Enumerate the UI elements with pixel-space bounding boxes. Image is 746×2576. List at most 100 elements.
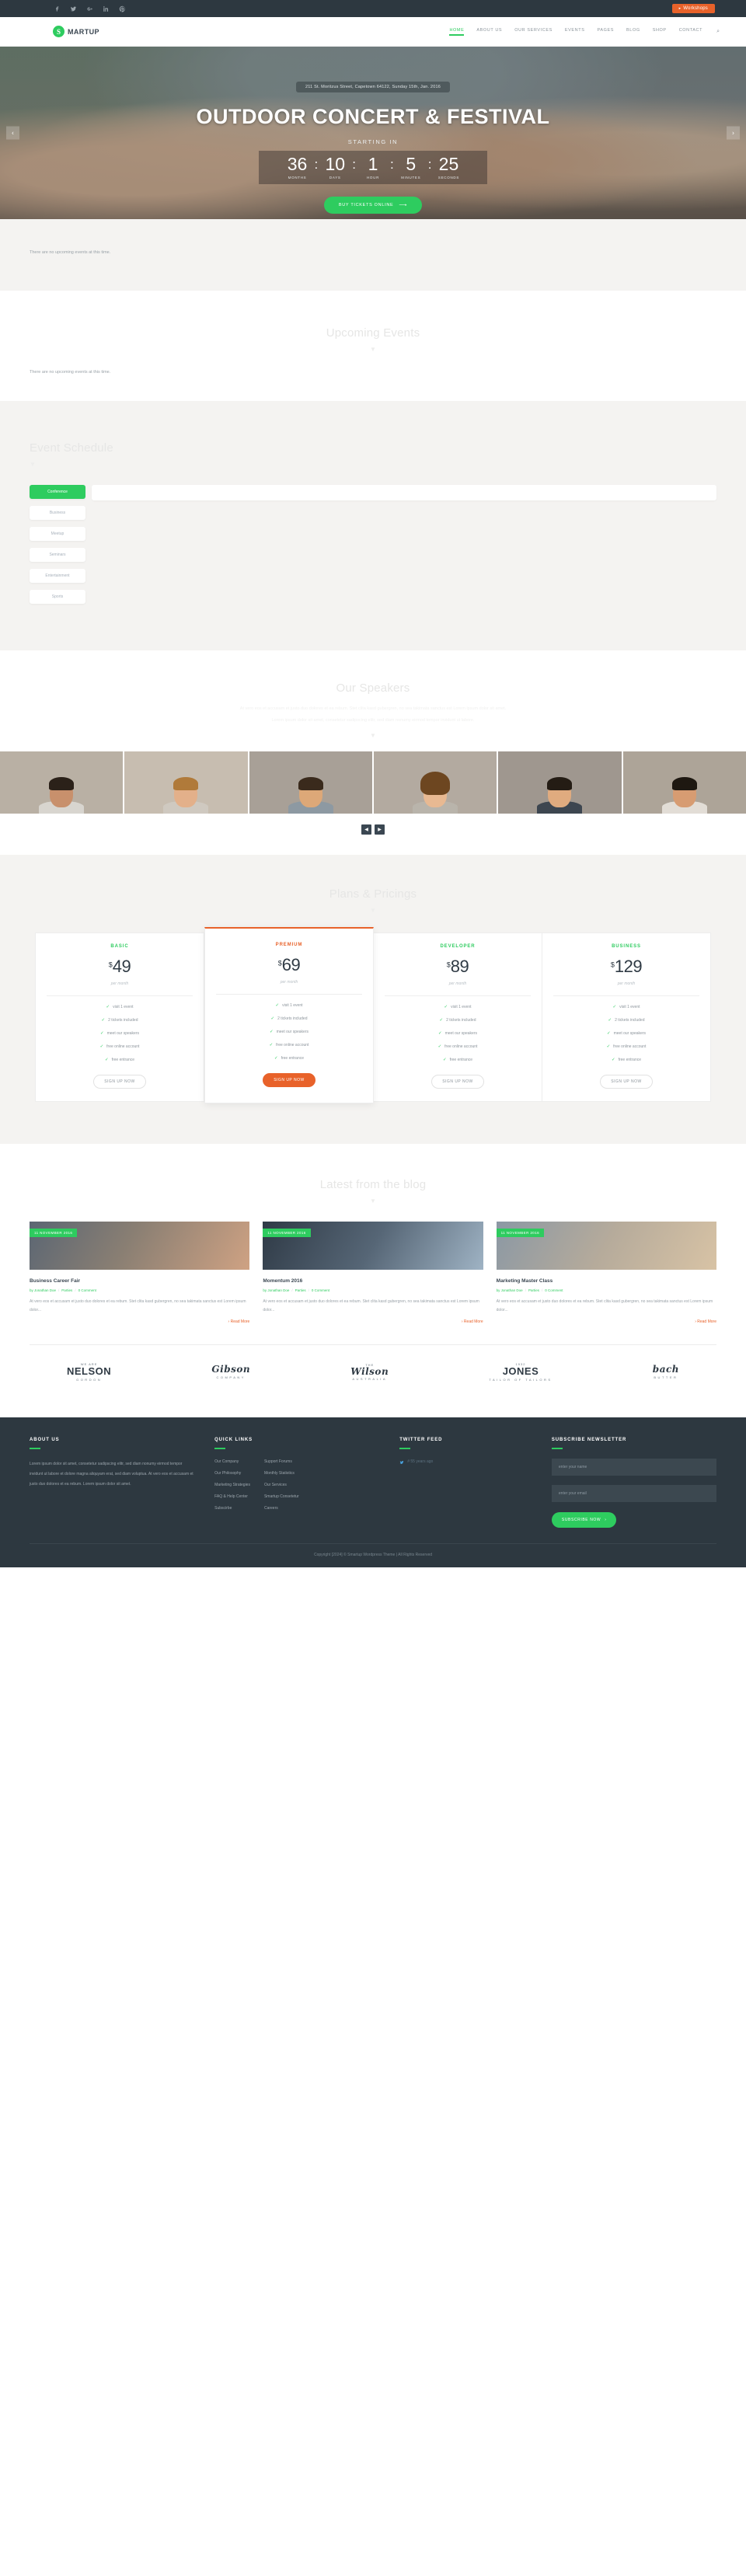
hero-next-button[interactable]: ›	[727, 126, 740, 140]
pricing-plan-business: BUSINESS $129 per month ✓ visit 1 event ✓…	[542, 932, 711, 1103]
brand-logo-wilson[interactable]: THE Wilson AUSTRALIA	[350, 1363, 389, 1382]
subscribe-label: SUBSCRIBE NOW	[561, 1518, 601, 1523]
footer-link-our-services[interactable]: Our Services	[264, 1483, 299, 1487]
schedule-tab-conference[interactable]: Conference	[30, 485, 85, 499]
plan-signup-button[interactable]: SIGN UP NOW	[263, 1073, 315, 1088]
footer-tweet-text[interactable]: # 55 years ago	[407, 1459, 433, 1464]
plan-signup-button[interactable]: SIGN UP NOW	[93, 1075, 146, 1089]
brand-logo-nelson[interactable]: WE ARE NELSON GORDON	[67, 1362, 111, 1382]
footer-tweet: # 55 years ago	[399, 1459, 532, 1465]
brand-bottom-text: AUSTRALIA	[352, 1377, 388, 1382]
twitter-icon[interactable]	[69, 5, 77, 12]
footer-link-monthly-statistics[interactable]: Monthly Statistics	[264, 1471, 299, 1476]
post-title: Business Career Fair	[30, 1278, 81, 1285]
plan-feature: ✓ 2 tickets included	[205, 1016, 373, 1021]
blog-post-3[interactable]: 11 NOVEMBER 2016 Marketing Master Class …	[496, 1222, 716, 1324]
nav-item-shop[interactable]: SHOP	[653, 28, 667, 36]
plan-feature: ✓ visit 1 event	[542, 1005, 710, 1009]
workshops-button[interactable]: ▸ Workshops	[671, 4, 715, 13]
footer-link-our-company[interactable]: Our Company	[214, 1459, 250, 1464]
plan-signup-button[interactable]: SIGN UP NOW	[431, 1075, 484, 1089]
facebook-icon[interactable]	[53, 5, 61, 12]
speaker-card-1[interactable]	[0, 751, 125, 814]
check-icon: ✓	[442, 1058, 447, 1063]
brand-logo-bach-butter[interactable]: bach BUTTER	[653, 1365, 679, 1379]
schedule-tab-seminars[interactable]: Seminars	[30, 548, 85, 562]
hero-prev-button[interactable]: ‹	[6, 126, 19, 140]
schedule-tab-meetup[interactable]: Meetup	[30, 527, 85, 541]
post-read-more-button[interactable]: › Read More	[263, 1319, 483, 1324]
logo[interactable]: S MARTUP	[53, 26, 99, 37]
speakers-sub-2: Lorem ipsum dolor sit amet, consetetur s…	[271, 718, 475, 723]
post-read-more-button[interactable]: › Read More	[497, 1319, 716, 1324]
speakers-next-button[interactable]: ▶	[375, 824, 385, 835]
schedule-tab-sports[interactable]: Sports	[30, 590, 85, 604]
nav-item-pages[interactable]: PAGES	[597, 28, 614, 36]
speaker-card-5[interactable]	[498, 751, 623, 814]
countdown-seconds: 25 SECONDS	[432, 155, 465, 180]
footer-link-our-philosophy[interactable]: Our Philosophy	[214, 1471, 250, 1476]
post-author[interactable]: by Jonathan Doe	[30, 1288, 56, 1292]
upcoming-events-title: Upcoming Events	[326, 326, 420, 340]
nav-item-home[interactable]: HOME	[449, 28, 465, 36]
chevron-right-icon: ▸	[678, 6, 682, 11]
linkedin-icon[interactable]	[102, 5, 110, 12]
nav-item-blog[interactable]: BLOG	[626, 28, 640, 36]
post-date: 11 NOVEMBER 2016	[263, 1229, 311, 1238]
speaker-card-2[interactable]	[124, 751, 249, 814]
plan-feature: ✓ free online account	[36, 1044, 204, 1049]
plan-feature-label: meet our speakers	[613, 1031, 647, 1037]
footer-link-careers[interactable]: Careers	[264, 1506, 299, 1511]
nav-item-our-services[interactable]: OUR SERVICES	[514, 28, 553, 36]
speaker-card-4[interactable]	[373, 751, 499, 814]
buy-tickets-button[interactable]: BUY TICKETS ONLINE ⟶	[323, 196, 423, 214]
newsletter-subscribe-button[interactable]: SUBSCRIBE NOW ›	[551, 1512, 617, 1529]
pinterest-icon[interactable]	[118, 5, 126, 12]
speaker-hair	[671, 777, 697, 791]
logo-text: MARTUP	[68, 27, 99, 36]
schedule-tab-entertainment[interactable]: Entertainment	[30, 569, 85, 583]
blog-post-2[interactable]: 11 NOVEMBER 2016 Momentum 2016 by Jonath…	[263, 1222, 483, 1324]
speaker-card-6[interactable]	[622, 751, 746, 814]
plan-feature: ✓ free entrance	[374, 1058, 542, 1062]
footer-heading-underline	[551, 1448, 563, 1450]
nav-item-about-us[interactable]: ABOUT US	[476, 28, 502, 36]
post-comments[interactable]: 0 Comment	[545, 1288, 563, 1292]
footer-link-subscribe[interactable]: Subscirbe	[214, 1506, 250, 1511]
post-category[interactable]: Parties	[61, 1288, 72, 1292]
google-plus-icon[interactable]	[85, 5, 93, 12]
footer-link-marketing-strategies[interactable]: Marketing Strategies	[214, 1483, 250, 1487]
footer-link-support-forums[interactable]: Support Forums	[264, 1459, 299, 1464]
search-icon[interactable]: ⌕	[716, 29, 720, 35]
post-read-more-button[interactable]: › Read More	[30, 1319, 250, 1324]
event-schedule-title: Event Schedule	[30, 441, 113, 455]
post-category[interactable]: Parties	[528, 1288, 539, 1292]
footer-link-faq-help-center[interactable]: FAQ & Help Center	[214, 1494, 250, 1499]
plan-feature: ✓ visit 1 event	[205, 1003, 373, 1008]
post-author[interactable]: by Jonathan Doe	[497, 1288, 523, 1292]
post-category[interactable]: Parties	[295, 1288, 306, 1292]
brand-logo-jones[interactable]: 1932 JONES TAILOR OF TAILORS	[489, 1362, 552, 1382]
plan-feature: ✓ visit 1 event	[374, 1005, 542, 1009]
post-date: 11 NOVEMBER 2016	[496, 1229, 544, 1238]
nav-item-contact[interactable]: CONTACT	[679, 28, 702, 36]
plan-signup-button[interactable]: SIGN UP NOW	[600, 1075, 653, 1089]
blog-post-1[interactable]: 11 NOVEMBER 2016 Business Career Fair by…	[30, 1222, 250, 1324]
speakers-prev-button[interactable]: ◀	[361, 824, 371, 835]
countdown-separator: :	[390, 156, 394, 172]
pricing-plan-developer: DEVELOPER $89 per month ✓ visit 1 event ✓…	[374, 932, 542, 1103]
speaker-card-3[interactable]	[249, 751, 374, 814]
footer-link-smartup-consetetur[interactable]: Smartup Consetetur	[264, 1494, 299, 1499]
post-comments[interactable]: 0 Comment	[312, 1288, 329, 1292]
post-comments[interactable]: 0 Comment	[78, 1288, 96, 1292]
plan-feature-label: 2 tickets included	[108, 1018, 138, 1023]
nav-item-events[interactable]: EVENTS	[565, 28, 585, 36]
plan-feature-label: 2 tickets included	[615, 1018, 645, 1023]
schedule-tabs: Conference Business Meetup Seminars Ente…	[30, 485, 85, 604]
post-title: Momentum 2016	[263, 1278, 303, 1285]
schedule-tab-business[interactable]: Business	[30, 506, 85, 520]
newsletter-email-input[interactable]	[551, 1485, 717, 1503]
post-author[interactable]: by Jonathan Doe	[263, 1288, 289, 1292]
brand-logo-gibson[interactable]: Gibson COMPANY	[211, 1365, 250, 1379]
newsletter-name-input[interactable]	[551, 1459, 717, 1476]
